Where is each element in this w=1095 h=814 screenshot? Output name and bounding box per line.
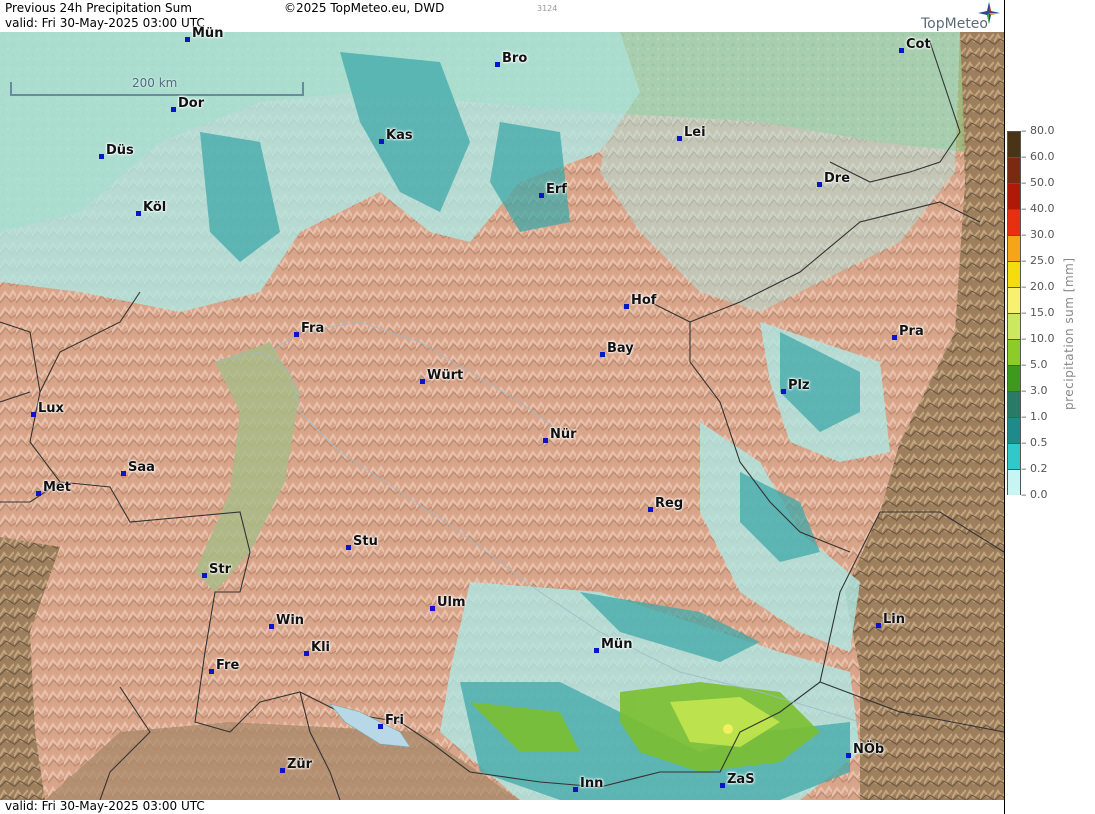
- city-label[interactable]: Kas: [379, 128, 413, 144]
- legend-tick-label: – 3.0: [1021, 384, 1048, 397]
- legend-color-box: [1007, 131, 1021, 157]
- legend-tick-label: – 1.0: [1021, 410, 1048, 423]
- legend-color-box: [1007, 469, 1021, 495]
- map-title: Previous 24h Precipitation Sum: [5, 1, 192, 15]
- city-label[interactable]: NÖb: [846, 742, 884, 758]
- legend-color-box: [1007, 443, 1021, 469]
- legend-tick-label: – 15.0: [1021, 306, 1055, 319]
- map-header: Previous 24h Precipitation Sum valid: Fr…: [0, 0, 1004, 32]
- city-label[interactable]: Nür: [543, 427, 577, 443]
- legend-tick-label: – 10.0: [1021, 332, 1055, 345]
- city-label[interactable]: Bay: [600, 341, 634, 357]
- city-label[interactable]: Reg: [648, 496, 683, 512]
- city-label[interactable]: Win: [269, 613, 304, 629]
- city-label[interactable]: Kli: [304, 640, 330, 656]
- legend-color-box: [1007, 313, 1021, 339]
- compass-star-icon: [978, 2, 1000, 24]
- city-label[interactable]: Str: [202, 562, 231, 578]
- city-label[interactable]: Köl: [136, 200, 166, 216]
- city-label[interactable]: Lux: [31, 401, 64, 417]
- city-label[interactable]: ZaS: [720, 772, 755, 788]
- city-label[interactable]: Fra: [294, 321, 324, 337]
- city-label[interactable]: Met: [36, 480, 71, 496]
- legend-color-box: [1007, 417, 1021, 443]
- legend-color-box: [1007, 157, 1021, 183]
- legend-color-box: [1007, 183, 1021, 209]
- city-label[interactable]: Zür: [280, 757, 312, 773]
- precipitation-map[interactable]: 200 km: [0, 32, 1004, 800]
- precipitation-legend: – 80.0 – 60.0 – 50.0 – 40.0 – 30.0 – 25.0 – 20…: [1004, 0, 1095, 814]
- city-label[interactable]: Inn: [573, 776, 603, 792]
- map-footer: valid: Fri 30-May-2025 03:00 UTC: [0, 799, 1004, 814]
- legend-tick-label: – 30.0: [1021, 228, 1055, 241]
- city-label[interactable]: Mün: [185, 26, 223, 42]
- image-code: 3124: [537, 4, 558, 13]
- legend-color-box: [1007, 365, 1021, 391]
- valid-time: valid: Fri 30-May-2025 03:00 UTC: [5, 16, 205, 30]
- city-label[interactable]: Lin: [876, 612, 905, 628]
- footer-valid-time: valid: Fri 30-May-2025 03:00 UTC: [5, 799, 205, 813]
- legend-tick-label: – 5.0: [1021, 358, 1048, 371]
- legend-tick-label: – 50.0: [1021, 176, 1055, 189]
- city-label[interactable]: Würt: [420, 368, 463, 384]
- city-label[interactable]: Dre: [817, 171, 850, 187]
- city-label[interactable]: Mün: [594, 637, 632, 653]
- legend-color-box: [1007, 261, 1021, 287]
- legend-tick-label: – 20.0: [1021, 280, 1055, 293]
- city-label[interactable]: Stu: [346, 534, 378, 550]
- city-label[interactable]: Lei: [677, 125, 706, 141]
- city-label[interactable]: Plz: [781, 378, 810, 394]
- legend-tick-label: – 0.5: [1021, 436, 1048, 449]
- city-label[interactable]: Pra: [892, 324, 924, 340]
- legend-color-box: [1007, 235, 1021, 261]
- city-label[interactable]: Ulm: [430, 595, 466, 611]
- scale-label: 200 km: [132, 76, 178, 90]
- legend-tick-label: – 0.2: [1021, 462, 1048, 475]
- city-label[interactable]: Dor: [171, 96, 204, 112]
- distance-scale-bar: 200 km: [10, 76, 304, 96]
- legend-tick-label: – 40.0: [1021, 202, 1055, 215]
- city-label[interactable]: Saa: [121, 460, 155, 476]
- city-label[interactable]: Bro: [495, 51, 527, 67]
- legend-title: precipitation sum [mm]: [1062, 257, 1076, 410]
- legend-tick-label: – 60.0: [1021, 150, 1055, 163]
- legend-tick-label: – 25.0: [1021, 254, 1055, 267]
- city-label[interactable]: Fre: [209, 658, 239, 674]
- legend-color-box: [1007, 209, 1021, 235]
- city-label[interactable]: Hof: [624, 293, 656, 309]
- city-label[interactable]: Cot: [899, 37, 931, 53]
- city-label[interactable]: Fri: [378, 713, 404, 729]
- city-label[interactable]: Düs: [99, 143, 134, 159]
- legend-color-box: [1007, 391, 1021, 417]
- legend-color-box: [1007, 339, 1021, 365]
- copyright: ©2025 TopMeteo.eu, DWD: [284, 1, 445, 15]
- legend-tick-label: – 80.0: [1021, 124, 1055, 137]
- legend-color-box: [1007, 287, 1021, 313]
- legend-tick-label: – 0.0: [1021, 488, 1048, 501]
- city-label[interactable]: Erf: [539, 182, 567, 198]
